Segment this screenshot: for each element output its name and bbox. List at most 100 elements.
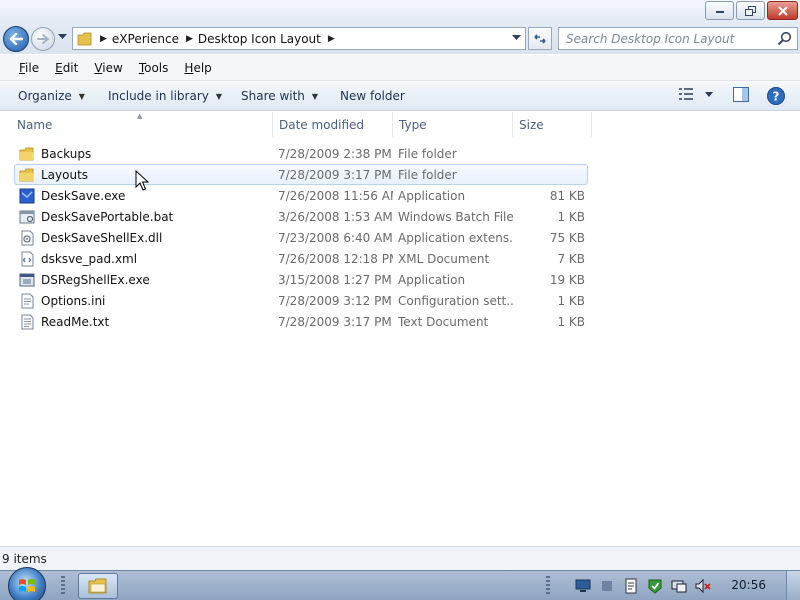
menu-help[interactable]: Help: [176, 61, 219, 75]
column-header-row: ▲ Name Date modified Type Size: [0, 112, 800, 137]
address-row: ▶ eXPerience ▶ Desktop Icon Layout ▶: [0, 24, 800, 54]
folder-icon: [88, 578, 107, 594]
file-size: 1 KB: [557, 209, 585, 224]
chevron-down-icon[interactable]: [705, 91, 713, 97]
chevron-down-icon: ▼: [78, 91, 85, 101]
display-icon[interactable]: [671, 578, 687, 594]
column-header-name[interactable]: Name: [11, 112, 273, 137]
file-row[interactable]: Options.ini 7/28/2009 3:12 PM Configurat…: [14, 290, 588, 311]
folder-icon: [19, 147, 34, 160]
new-folder-button[interactable]: New folder: [340, 89, 405, 103]
file-row[interactable]: DSRegShellEx.exe 3/15/2008 1:27 PM Appli…: [14, 269, 588, 290]
refresh-button[interactable]: [528, 27, 552, 50]
tray-app-icon[interactable]: [599, 578, 615, 594]
address-bar[interactable]: ▶ eXPerience ▶ Desktop Icon Layout ▶: [72, 27, 526, 50]
breadcrumb-desktop-icon-layout[interactable]: Desktop Icon Layout ▶: [196, 32, 338, 46]
file-row[interactable]: Backups 7/28/2009 2:38 PM File folder: [14, 143, 588, 164]
search-box: [558, 27, 798, 50]
back-button[interactable]: [3, 26, 29, 52]
include-in-library-button[interactable]: Include in library ▼: [108, 89, 222, 103]
file-name: ReadMe.txt: [41, 314, 110, 329]
help-button[interactable]: ?: [767, 87, 785, 105]
menu-tools[interactable]: Tools: [131, 61, 177, 75]
preview-pane-button[interactable]: [733, 87, 749, 102]
volume-muted-icon[interactable]: [695, 578, 711, 594]
file-row[interactable]: DeskSavePortable.bat 3/26/2008 1:53 AM W…: [14, 206, 588, 227]
breadcrumb-label: eXPerience: [111, 31, 179, 46]
breadcrumb-separator[interactable]: ▶: [97, 34, 110, 44]
document-icon[interactable]: [623, 578, 639, 594]
column-header-type[interactable]: Type: [393, 112, 513, 137]
search-icon[interactable]: [777, 31, 792, 46]
action-center-icon[interactable]: [647, 578, 663, 594]
file-row[interactable]: DeskSave.exe 7/26/2008 11:56 AM Applicat…: [14, 185, 588, 206]
show-desktop-button[interactable]: [786, 571, 800, 600]
status-bar: 9 items: [0, 546, 800, 570]
breadcrumb-experience[interactable]: eXPerience ▶: [110, 32, 196, 46]
column-header-size[interactable]: Size: [513, 112, 592, 137]
minimize-button[interactable]: [705, 1, 734, 20]
file-row[interactable]: dsksve_pad.xml 7/26/2008 12:18 PM XML Do…: [14, 248, 588, 269]
mouse-cursor-icon: [135, 170, 149, 191]
file-row[interactable]: DeskSaveShellEx.dll 7/23/2008 6:40 AM Ap…: [14, 227, 588, 248]
file-date: 7/28/2009 3:12 PM: [278, 293, 392, 308]
organize-button[interactable]: Organize ▼: [18, 89, 85, 103]
column-header-date-modified[interactable]: Date modified: [273, 112, 393, 137]
column-header-label: Name: [17, 117, 53, 132]
menu-edit-label: dit: [62, 60, 79, 75]
maximize-button[interactable]: [736, 1, 765, 20]
taskbar: 20:56: [0, 567, 800, 600]
svg-text:?: ?: [773, 90, 780, 104]
title-bar: [0, 0, 800, 24]
application-icon: [19, 273, 35, 286]
file-row[interactable]: Layouts 7/28/2009 3:17 PM File folder: [14, 164, 588, 185]
file-type: Application: [398, 272, 466, 287]
file-name: dsksve_pad.xml: [41, 251, 138, 266]
column-header-label: Type: [399, 117, 427, 132]
network-icon[interactable]: [575, 578, 591, 594]
search-input[interactable]: [559, 28, 769, 49]
menu-view[interactable]: View: [86, 61, 130, 75]
file-date: 7/28/2009 2:38 PM: [278, 146, 392, 161]
file-size: 7 KB: [557, 251, 585, 266]
share-with-label: Share with: [241, 89, 305, 103]
file-type: XML Document: [398, 251, 490, 266]
close-button[interactable]: [767, 1, 798, 20]
taskbar-grip[interactable]: [546, 576, 550, 596]
file-date: 7/28/2009 3:17 PM: [278, 167, 392, 182]
help-icon: ?: [767, 87, 785, 105]
file-size: 75 KB: [549, 230, 585, 245]
file-size: [515, 144, 585, 163]
menu-edit[interactable]: Edit: [47, 61, 86, 75]
item-count: 9 items: [2, 551, 47, 566]
file-size: 1 KB: [557, 314, 585, 329]
breadcrumb-separator[interactable]: ▶: [183, 34, 196, 44]
column-header-label: Size: [519, 117, 544, 132]
application-icon: [19, 188, 35, 203]
xml-file-icon: [21, 251, 34, 266]
column-header-label: Date modified: [279, 117, 365, 132]
start-button[interactable]: [8, 567, 46, 600]
taskbar-grip[interactable]: [61, 576, 65, 596]
chevron-down-icon: ▼: [311, 91, 319, 101]
taskbar-explorer-button[interactable]: [78, 573, 118, 599]
breadcrumb-label: Desktop Icon Layout: [197, 31, 321, 46]
chevron-down-icon[interactable]: [512, 35, 521, 41]
file-name: DeskSave.exe: [41, 188, 126, 203]
share-with-button[interactable]: Share with ▼: [241, 89, 318, 103]
menu-tools-label: ools: [144, 60, 169, 75]
menu-file[interactable]: File: [11, 61, 47, 75]
change-view-button[interactable]: [678, 87, 713, 101]
menu-bar: File Edit View Tools Help: [0, 55, 800, 81]
file-row[interactable]: ReadMe.txt 7/28/2009 3:17 PM Text Docume…: [14, 311, 588, 332]
recent-pages-dropdown[interactable]: [58, 34, 67, 40]
clock[interactable]: 20:56: [731, 578, 766, 592]
menu-file-label: ile: [25, 60, 40, 75]
breadcrumb-separator[interactable]: ▶: [325, 34, 338, 44]
forward-button[interactable]: [31, 27, 55, 51]
batch-file-icon: [19, 210, 35, 223]
file-name: DSRegShellEx.exe: [41, 272, 150, 287]
organize-label: Organize: [18, 89, 72, 103]
file-type: Configuration sett...: [398, 293, 513, 308]
file-size: 81 KB: [549, 188, 585, 203]
